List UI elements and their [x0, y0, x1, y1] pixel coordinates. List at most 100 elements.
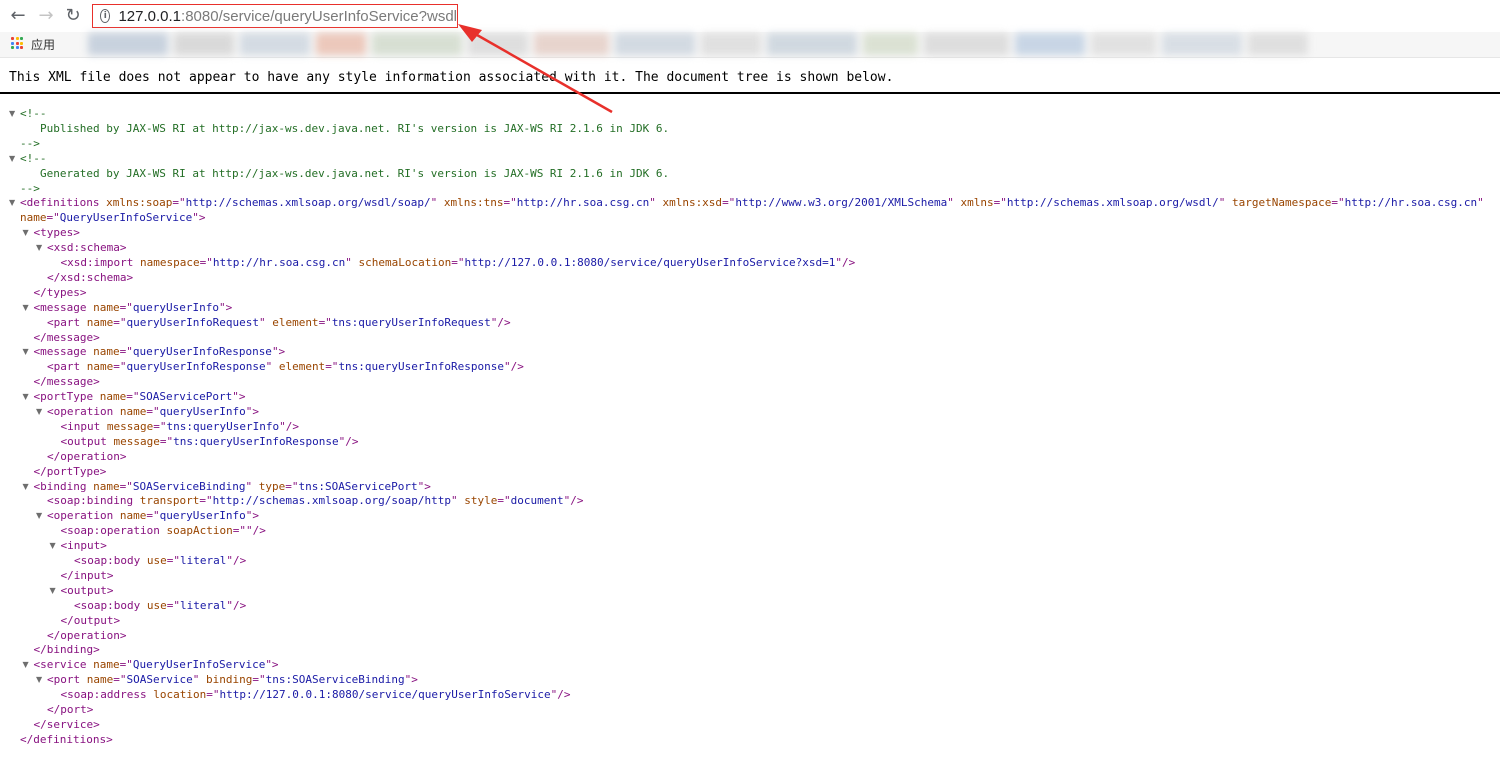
xml-tag-text: <types> — [33, 226, 80, 240]
xml-tag-text: =" — [113, 360, 127, 374]
blurred-bookmarks — [88, 33, 1500, 57]
xml-line: </output> — [61, 613, 121, 628]
xml-tag-text: " — [451, 494, 458, 508]
collapse-triangle-icon[interactable]: ▼ — [36, 511, 42, 520]
comment-close: --> — [20, 136, 40, 150]
back-button[interactable]: ← — [8, 6, 28, 26]
xml-attr-name: use — [140, 554, 167, 567]
xml-tag-text: <soap:operation — [60, 524, 160, 538]
xml-attr-value: SOAServicePort — [139, 390, 233, 404]
arrow-right-icon: → — [38, 5, 54, 26]
info-icon[interactable]: i — [100, 9, 111, 23]
xml-attr-name: name — [20, 211, 47, 225]
xml-line: </service> — [34, 717, 100, 732]
collapse-triangle-icon[interactable]: ▼ — [23, 392, 29, 401]
xml-tag-text: "/> — [226, 598, 247, 612]
xml-tag-text: </port> — [47, 703, 94, 716]
xml-line: <message name="queryUserInfoResponse"> — [34, 344, 286, 359]
xml-attr-name: namespace — [133, 256, 200, 269]
xml-tag-text: " — [345, 256, 352, 269]
xml-tag-text: "/> — [279, 419, 299, 433]
xml-tag-text: =" — [113, 673, 127, 687]
apps-grid-icon[interactable] — [11, 37, 23, 49]
comment-open: <!-- — [20, 151, 47, 165]
address-bar[interactable]: i 127.0.0.1:8080/service/queryUserInfoSe… — [92, 4, 458, 28]
xml-attr-name: schemaLocation — [351, 256, 452, 269]
reload-button[interactable]: ↻ — [63, 6, 83, 26]
xml-tag-text: </service> — [33, 717, 100, 731]
xml-attr-value: http://schemas.xmlsoap.org/wsdl/ — [1006, 196, 1219, 210]
xml-attr-value: http://hr.soa.csg.cn — [1344, 196, 1478, 210]
xml-line: </xsd:schema> — [47, 270, 133, 285]
xml-attr-value: http://schemas.xmlsoap.org/soap/http — [212, 494, 451, 508]
xml-attr-name: style — [457, 494, 498, 508]
xml-attr-name: binding — [199, 673, 253, 687]
xml-line: <part name="queryUserInfoRequest" elemen… — [47, 315, 511, 330]
collapse-triangle-icon[interactable]: ▼ — [9, 154, 15, 163]
collapse-triangle-icon[interactable]: ▼ — [23, 660, 29, 669]
bookmark-apps[interactable]: 应用 — [31, 36, 55, 53]
xml-attr-value: queryUserInfo — [159, 509, 246, 523]
comment-close: --> — [20, 181, 40, 195]
xml-tag-text: =" — [993, 196, 1007, 210]
collapse-triangle-icon[interactable]: ▼ — [36, 243, 42, 252]
collapse-triangle-icon[interactable]: ▼ — [23, 303, 29, 312]
xml-tag-text: "/> — [563, 494, 584, 508]
collapse-triangle-icon[interactable]: ▼ — [23, 482, 29, 491]
xml-attr-value: queryUserInfoRequest — [126, 315, 259, 329]
comment-text: Published by JAX-WS RI at http://jax-ws.… — [40, 121, 670, 135]
collapse-triangle-icon[interactable]: ▼ — [9, 109, 15, 118]
xml-tag-text: "> — [245, 509, 259, 523]
xml-tag-text: <soap:address — [60, 688, 147, 702]
collapse-triangle-icon[interactable]: ▼ — [9, 198, 15, 207]
xml-tag-text: </binding> — [33, 643, 100, 657]
xml-attr-value: http://hr.soa.csg.cn — [212, 256, 346, 269]
xml-tag-text: <operation — [47, 405, 114, 418]
arrow-left-icon: ← — [10, 5, 26, 26]
xml-tag-text: =" — [113, 315, 127, 329]
xml-attr-name: name — [86, 300, 120, 314]
xml-tag-text: </output> — [60, 613, 121, 627]
xml-line: <operation name="queryUserInfo"> — [47, 508, 259, 523]
xml-attr-value: SOAService — [126, 673, 193, 687]
xml-tag-text: =" — [166, 598, 180, 612]
xml-attr-name: type — [252, 479, 286, 493]
url-text[interactable]: 127.0.0.1:8080/service/queryUserInfoServ… — [118, 8, 457, 25]
xml-tag-text: =" — [206, 688, 220, 702]
xml-attr-value: tns:queryUserInfoRequest — [331, 315, 491, 329]
xml-tag-text: <output> — [60, 583, 114, 597]
forward-button[interactable]: → — [36, 6, 56, 26]
collapse-triangle-icon[interactable]: ▼ — [36, 407, 42, 416]
xml-attr-value: tns:queryUserInfo — [166, 419, 280, 433]
xml-attr-value: QueryUserInfoService — [132, 658, 266, 672]
xml-line: </binding> — [34, 642, 100, 657]
xml-tag-text: " — [649, 196, 656, 210]
xml-attr-value: queryUserInfo — [132, 300, 219, 314]
collapse-triangle-icon[interactable]: ▼ — [50, 586, 56, 595]
xml-tag-text: =" — [503, 196, 517, 210]
collapse-triangle-icon[interactable]: ▼ — [50, 541, 56, 550]
collapse-triangle-icon[interactable]: ▼ — [36, 675, 42, 684]
xml-attr-name: element — [272, 360, 326, 374]
xml-tag-text: <soap:binding — [47, 494, 134, 508]
xml-tag-text: =" — [252, 673, 266, 687]
xml-attr-name: name — [80, 315, 114, 329]
xml-line: <soap:binding transport="http://schemas.… — [47, 493, 583, 508]
xml-attr-name: name — [80, 673, 114, 687]
xml-line: <service name="QueryUserInfoService"> — [34, 657, 279, 672]
xml-tag-text: =" — [1331, 196, 1345, 210]
xml-line: <soap:address location="http://127.0.0.1… — [61, 687, 571, 702]
xml-line: </port> — [47, 702, 93, 717]
collapse-triangle-icon[interactable]: ▼ — [23, 228, 29, 237]
xml-tag-text: </message> — [33, 375, 100, 389]
xml-line: name="QueryUserInfoService"> — [20, 210, 205, 225]
xml-attr-name: location — [146, 688, 207, 702]
collapse-triangle-icon[interactable]: ▼ — [23, 347, 29, 356]
xml-line: <input> — [61, 538, 107, 553]
xml-attr-value: QueryUserInfoService — [59, 211, 193, 225]
xml-tag-text: =" — [46, 211, 60, 225]
xml-tag-text: "/> — [550, 688, 571, 702]
xml-tag-text: =" — [126, 390, 140, 404]
xml-tag-text: =" — [119, 345, 133, 359]
xml-tag-text: "/> — [490, 315, 511, 329]
